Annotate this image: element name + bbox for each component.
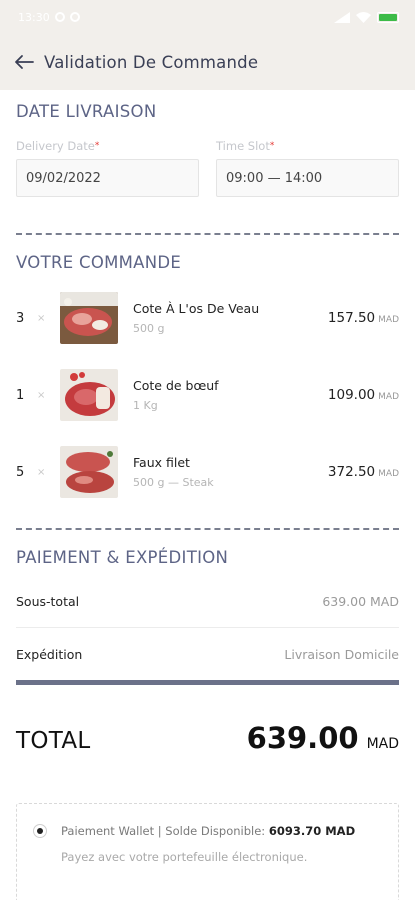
- app-bar: Validation De Commande: [0, 34, 415, 90]
- item-detail: 500 g — Steak: [133, 476, 214, 489]
- item-price-currency: MAD: [378, 469, 399, 479]
- item-image: [60, 446, 118, 498]
- item-name: Cote de bœuf: [133, 378, 219, 393]
- item-price-currency: MAD: [378, 392, 399, 402]
- signal-icon: [334, 11, 350, 23]
- total-value: 639.00: [246, 721, 359, 755]
- delivery-date-input[interactable]: 09/02/2022: [16, 159, 199, 197]
- radio-selected-dot: [37, 828, 43, 834]
- wallet-description: Payez avec votre portefeuille électroniq…: [61, 850, 308, 864]
- time-slot-label-text: Time Slot: [216, 139, 270, 153]
- total-row: TOTAL 639.00 MAD: [0, 685, 415, 755]
- status-sync-icon: [69, 12, 80, 22]
- delivery-date-label-text: Delivery Date: [16, 139, 95, 153]
- order-item: 3 × Cote À L'os De Veau 500 g 157.50 MAD: [16, 292, 399, 344]
- total-label: TOTAL: [16, 728, 91, 754]
- time-slot-label: Time Slot*: [216, 139, 399, 159]
- order-section-title: VOTRE COMMANDE: [16, 253, 182, 272]
- subtotal-value: 639.00 MAD: [322, 593, 399, 609]
- wallet-line: Paiement Wallet | Solde Disponible: 6093…: [33, 824, 388, 838]
- item-price: 109.00 MAD: [328, 387, 399, 403]
- payment-section-title: PAIEMENT & EXPÉDITION: [16, 548, 229, 567]
- shipping-row: Expédition Livraison Domicile: [16, 628, 399, 680]
- order-item: 1 × Cote de bœuf 1 Kg 109.00 MAD: [16, 369, 399, 421]
- item-quantity: 3: [16, 310, 25, 326]
- shipping-value: Livraison Domicile: [284, 646, 399, 662]
- shipping-label: Expédition: [16, 646, 83, 662]
- delivery-date-label: Delivery Date*: [16, 139, 199, 159]
- battery-icon: [377, 11, 399, 23]
- item-image: [60, 292, 118, 344]
- order-item: 5 × Faux filet 500 g — Steak 372.50 MAD: [16, 446, 399, 498]
- item-price-value: 157.50: [327, 310, 376, 326]
- item-name: Cote À L'os De Veau: [133, 301, 260, 316]
- item-name: Faux filet: [133, 455, 190, 470]
- delivery-date-field: Delivery Date* 09/02/2022: [16, 139, 199, 197]
- status-notification-icon: [54, 12, 65, 22]
- delivery-section: DATE LIVRAISON Delivery Date* 09/02/2022…: [0, 90, 415, 197]
- item-price: 372.50 MAD: [328, 464, 399, 480]
- wallet-label: Paiement Wallet | Solde Disponible: 6093…: [61, 824, 355, 838]
- item-price-value: 372.50: [327, 464, 376, 480]
- item-price-currency: MAD: [378, 315, 399, 325]
- wallet-balance: 6093.70 MAD: [268, 824, 356, 838]
- item-quantity: 1: [16, 387, 25, 403]
- subtotal-row: Sous-total 639.00 MAD: [16, 575, 399, 627]
- item-image: [60, 369, 118, 421]
- wallet-radio-button[interactable]: [33, 824, 47, 838]
- times-symbol: ×: [37, 389, 46, 401]
- times-symbol: ×: [37, 466, 46, 478]
- back-arrow-icon[interactable]: [12, 50, 36, 74]
- item-info: Cote À L'os De Veau 500 g: [133, 301, 328, 335]
- status-bar: 13:30: [0, 0, 415, 34]
- item-detail: 500 g: [133, 322, 165, 335]
- item-quantity: 5: [16, 464, 25, 480]
- order-section: VOTRE COMMANDE 3 × Cote À L'os De Veau 5…: [0, 235, 415, 498]
- wifi-icon: [356, 11, 371, 23]
- item-detail: 1 Kg: [133, 399, 158, 412]
- times-symbol: ×: [37, 312, 46, 324]
- status-time: 13:30: [18, 10, 50, 24]
- total-currency: MAD: [366, 736, 399, 752]
- status-left: 13:30: [18, 11, 80, 24]
- wallet-label-text: Paiement Wallet | Solde Disponible:: [61, 824, 266, 838]
- time-slot-field: Time Slot* 09:00 — 14:00: [216, 139, 399, 197]
- item-info: Faux filet 500 g — Steak: [133, 455, 328, 489]
- item-price-value: 109.00: [327, 387, 376, 403]
- item-info: Cote de bœuf 1 Kg: [133, 378, 328, 412]
- wallet-payment-option[interactable]: Paiement Wallet | Solde Disponible: 6093…: [16, 803, 399, 900]
- item-price: 157.50 MAD: [328, 310, 399, 326]
- subtotal-label: Sous-total: [16, 593, 80, 609]
- payment-section: PAIEMENT & EXPÉDITION Sous-total 639.00 …: [0, 530, 415, 680]
- required-mark: *: [94, 141, 100, 151]
- delivery-section-title: DATE LIVRAISON: [16, 102, 157, 121]
- delivery-fields: Delivery Date* 09/02/2022 Time Slot* 09:…: [16, 139, 399, 197]
- time-slot-input[interactable]: 09:00 — 14:00: [216, 159, 399, 197]
- status-right: [334, 11, 399, 23]
- required-mark: *: [269, 141, 275, 151]
- total-amount: 639.00 MAD: [247, 721, 399, 755]
- page-title: Validation De Commande: [44, 52, 259, 72]
